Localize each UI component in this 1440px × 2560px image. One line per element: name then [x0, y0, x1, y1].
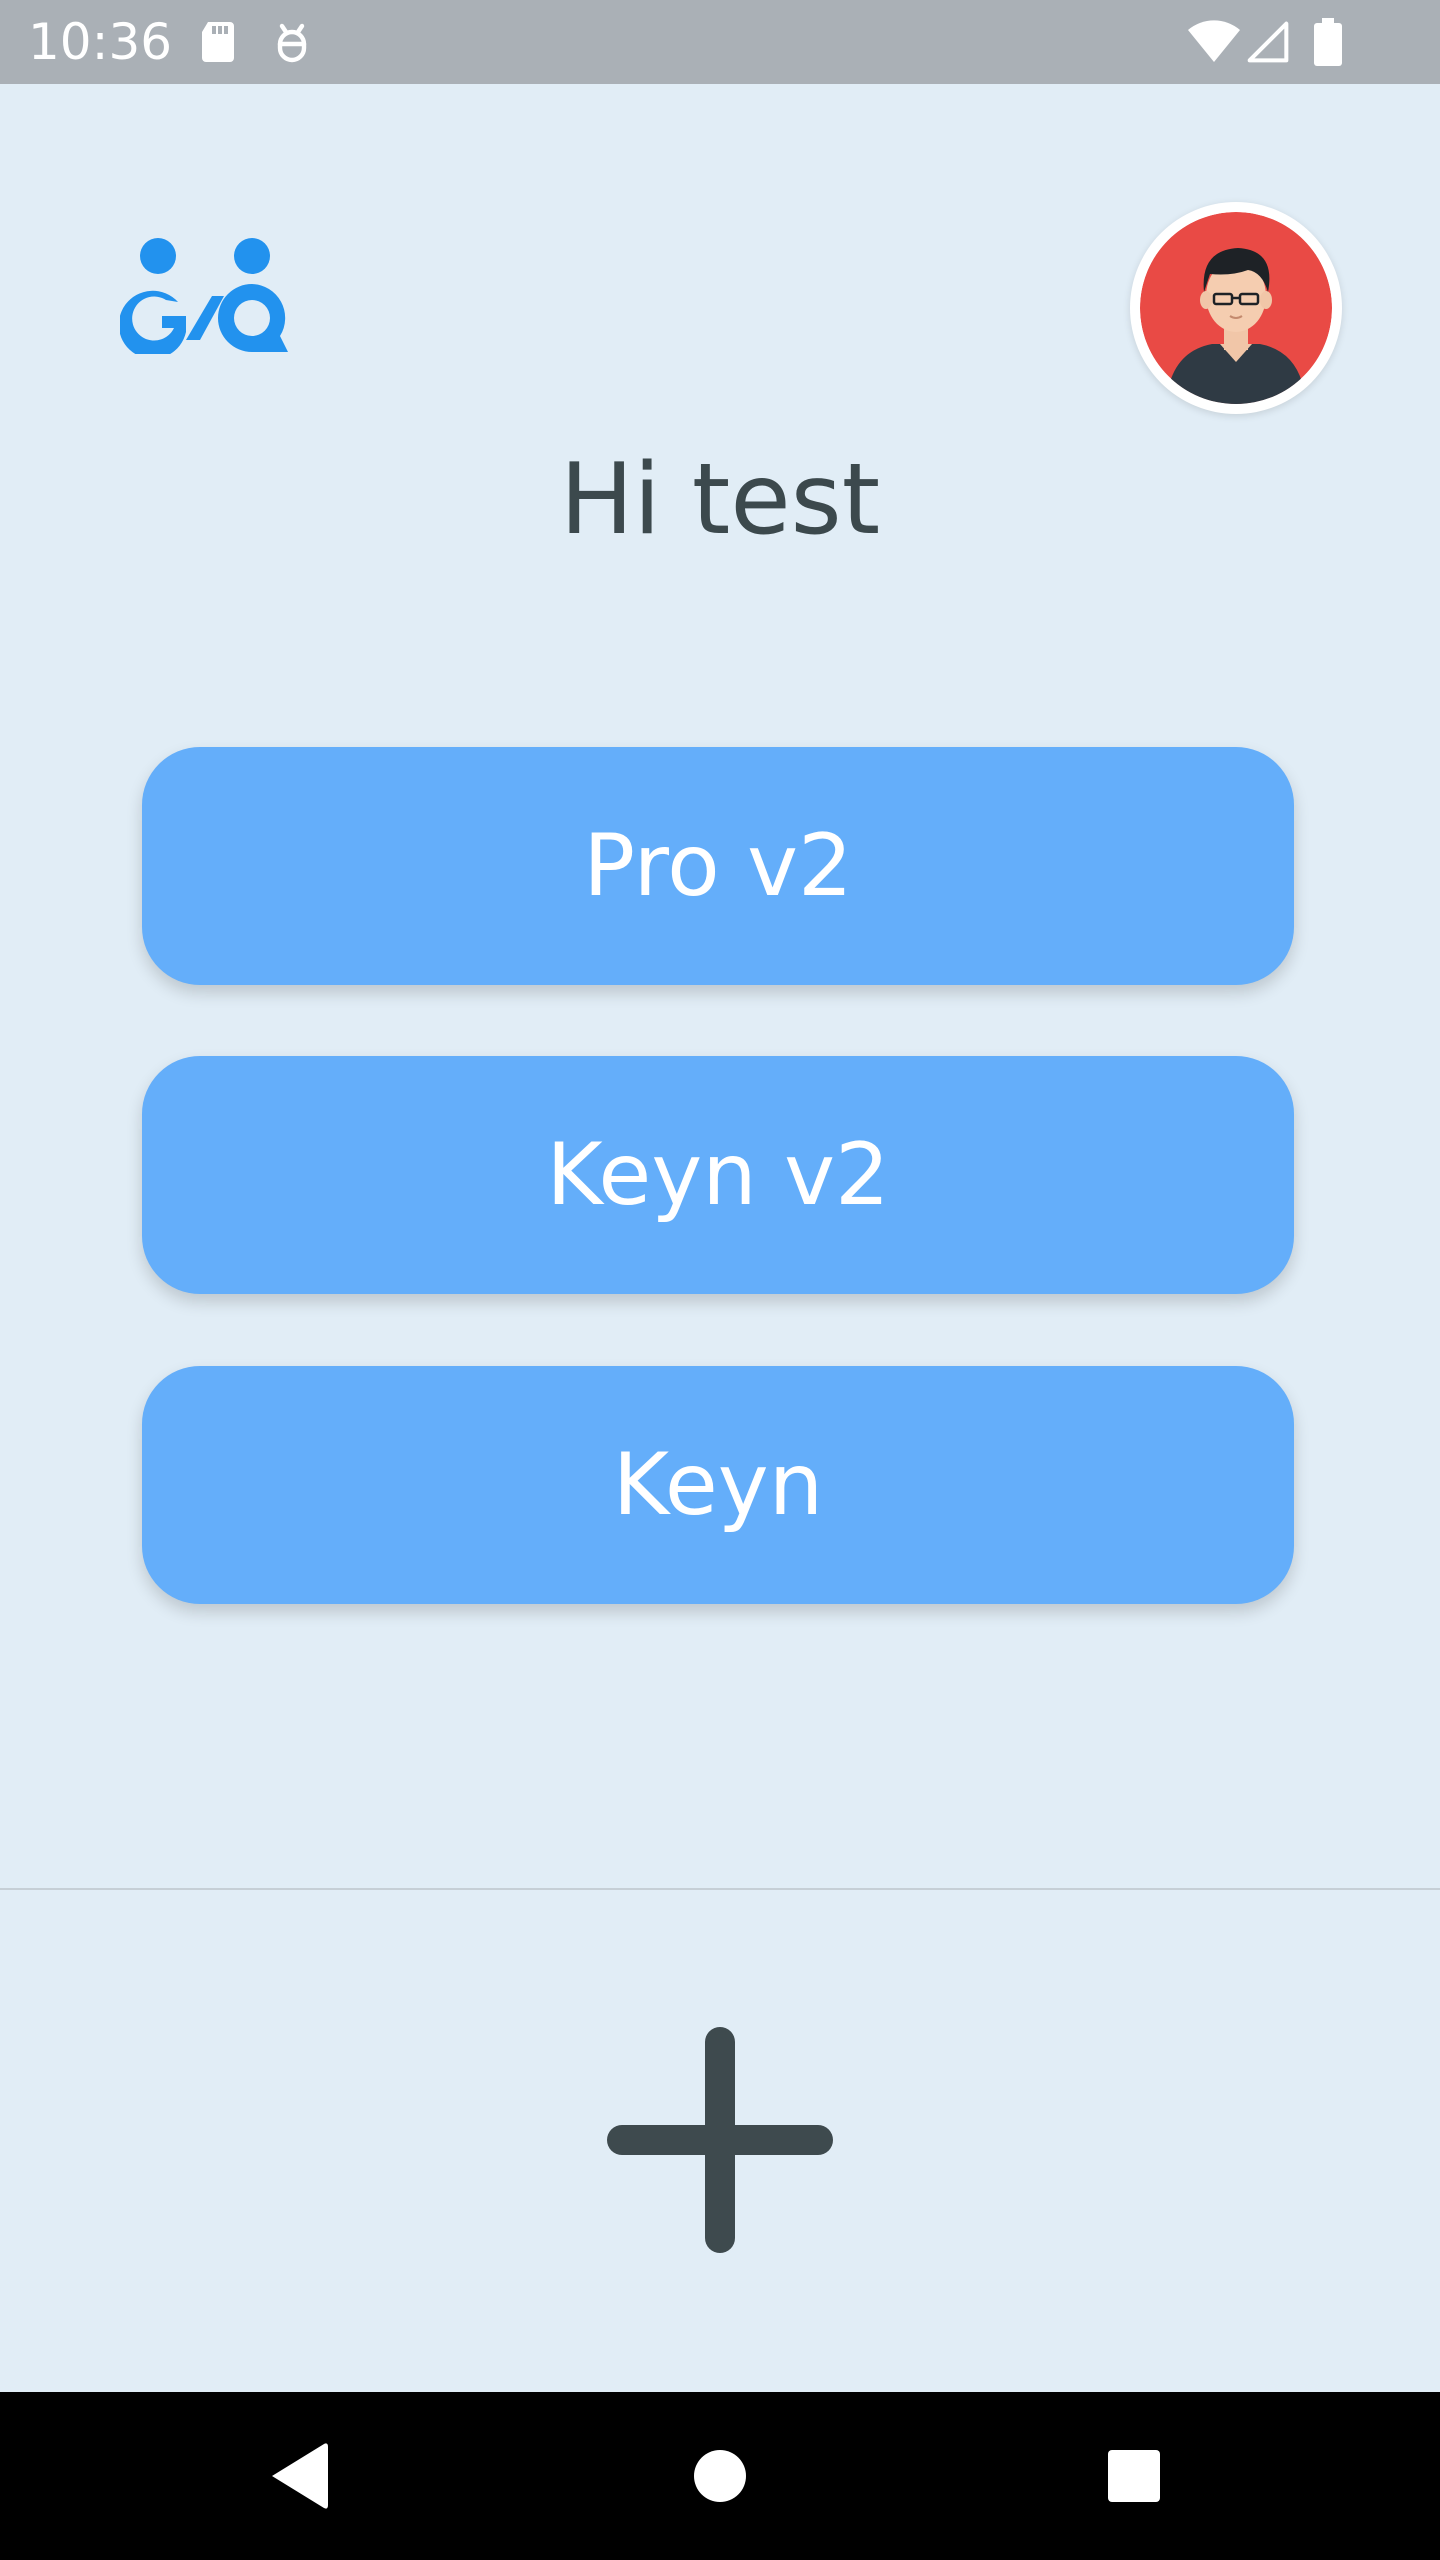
- back-icon[interactable]: [256, 2432, 344, 2520]
- divider: [0, 1888, 1440, 1890]
- wifi-icon: [1186, 18, 1242, 66]
- keyn-button[interactable]: Keyn: [142, 1366, 1294, 1604]
- keyn-v2-label: Keyn v2: [546, 1125, 890, 1225]
- navigation-bar: [0, 2392, 1440, 2560]
- status-bar: 10:36: [0, 0, 1440, 84]
- status-time: 10:36: [28, 13, 173, 71]
- add-button[interactable]: [600, 2020, 840, 2260]
- keyn-label: Keyn: [612, 1435, 824, 1535]
- pro-v2-label: Pro v2: [583, 816, 853, 916]
- home-icon[interactable]: [676, 2432, 764, 2520]
- greeting-title: Hi test: [559, 443, 881, 557]
- recents-icon[interactable]: [1090, 2432, 1178, 2520]
- avatar-icon: [1140, 212, 1332, 404]
- keyn-v2-button[interactable]: Keyn v2: [142, 1056, 1294, 1294]
- app-logo-icon: [120, 236, 290, 354]
- battery-icon: [1310, 18, 1346, 66]
- sd-card-icon: [194, 18, 242, 66]
- debug-icon: [268, 18, 316, 66]
- plus-icon: [607, 2027, 833, 2253]
- pro-v2-button[interactable]: Pro v2: [142, 747, 1294, 985]
- signal-icon: [1246, 18, 1290, 66]
- avatar[interactable]: [1130, 202, 1342, 414]
